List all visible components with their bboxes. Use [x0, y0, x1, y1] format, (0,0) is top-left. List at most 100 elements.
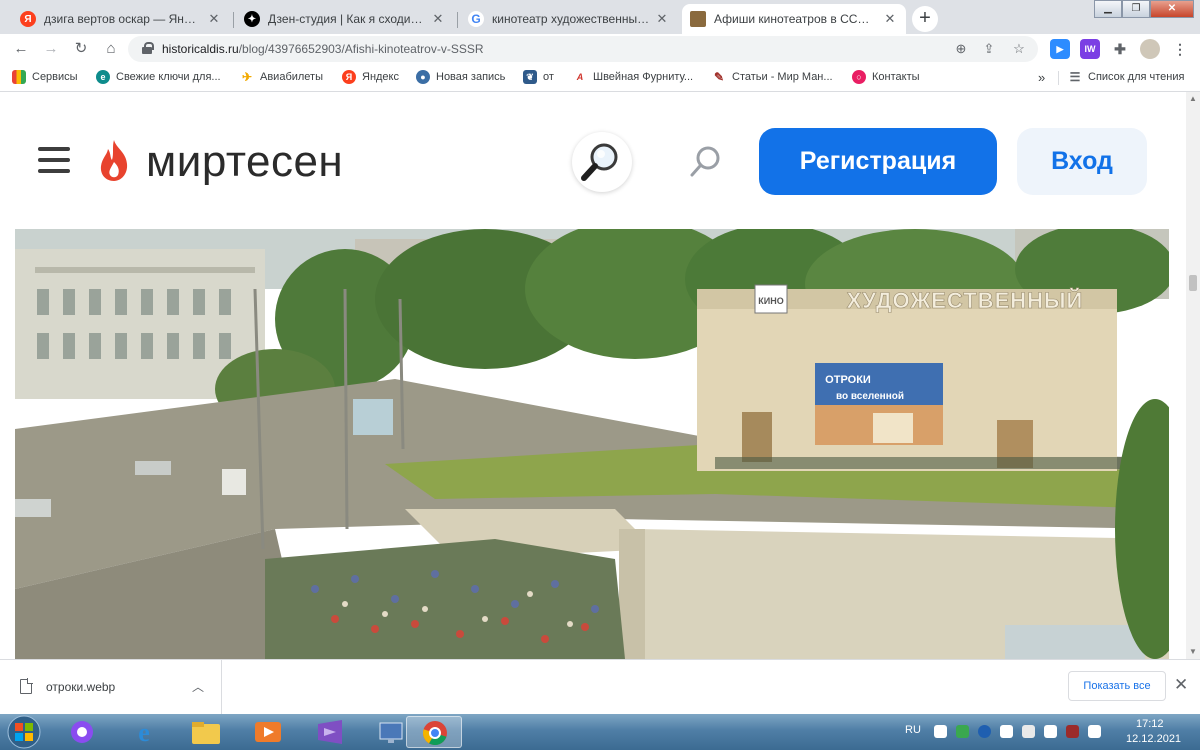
- lock-icon[interactable]: [142, 42, 154, 54]
- site-logo-text[interactable]: миртесен: [146, 136, 343, 188]
- taskbar-alice-app[interactable]: [54, 716, 110, 748]
- scroll-thumb[interactable]: [1189, 275, 1197, 291]
- maximize-button[interactable]: ❐: [1122, 0, 1150, 18]
- bookmark-item[interactable]: Я Яндекс: [342, 70, 399, 84]
- extensions-puzzle-icon[interactable]: ✚: [1110, 39, 1130, 59]
- bookmark-item[interactable]: e Свежие ключи для...: [96, 70, 221, 84]
- scroll-down-icon[interactable]: ▼: [1186, 645, 1200, 659]
- minimize-button[interactable]: ▁: [1094, 0, 1122, 18]
- reading-list-button[interactable]: ☰ Список для чтения: [1068, 70, 1185, 84]
- reading-list-icon: ☰: [1069, 70, 1081, 84]
- photo-illustration: КИНО ХУДОЖЕСТВЕННЫЙ ОТРОКИ во вселенной: [15, 229, 1169, 659]
- taskbar-ie-app[interactable]: e: [116, 716, 172, 748]
- taskbar-media-app[interactable]: [240, 716, 296, 748]
- tab-divider: [457, 12, 458, 28]
- bookmark-label: Авиабилеты: [260, 71, 324, 83]
- historicaldis-icon: [690, 11, 706, 27]
- taskbar-chrome-app[interactable]: [406, 716, 462, 748]
- browser-tab[interactable]: G кинотеатр художественный ссср ✕: [460, 4, 678, 34]
- bookmark-label: Новая запись: [436, 71, 506, 83]
- apps-grid-icon: [12, 70, 26, 84]
- bookmark-label: Контакты: [872, 71, 920, 83]
- share-icon[interactable]: ⇪: [980, 40, 998, 58]
- plane-icon: ✈: [241, 70, 253, 84]
- bluetooth-icon[interactable]: [978, 725, 991, 738]
- page-scrollbar[interactable]: ▲ ▼: [1186, 92, 1200, 659]
- taskbar-explorer-app[interactable]: [178, 716, 234, 748]
- profile-avatar[interactable]: [1140, 39, 1160, 59]
- bookmark-star-icon[interactable]: ☆: [1010, 40, 1028, 58]
- action-center-flag-icon[interactable]: [1000, 725, 1013, 738]
- dzen-icon: ✦: [244, 11, 260, 27]
- bookmark-label: от: [543, 71, 554, 83]
- yandex-icon: Я: [342, 70, 356, 84]
- windows-taskbar: e RU 17:12 12.12.2021: [0, 714, 1200, 750]
- bookmark-item[interactable]: ✈ Авиабилеты: [240, 70, 323, 84]
- bookmark-label: Свежие ключи для...: [116, 71, 221, 83]
- bookmark-item[interactable]: ○ Контакты: [852, 70, 920, 84]
- register-button[interactable]: Регистрация: [759, 128, 997, 195]
- url-text[interactable]: historicaldis.ru/blog/43976652903/Afishi…: [162, 42, 484, 56]
- back-button[interactable]: ←: [10, 38, 32, 60]
- download-item[interactable]: отроки.webp ︿: [0, 660, 222, 714]
- tab-close-icon[interactable]: ✕: [206, 11, 222, 27]
- bookmark-item[interactable]: ❦ от: [523, 70, 554, 84]
- tray-app-icon[interactable]: [956, 725, 969, 738]
- display-icon[interactable]: [1022, 725, 1035, 738]
- new-tab-button[interactable]: +: [912, 6, 938, 32]
- download-file-name: отроки.webp: [46, 680, 116, 694]
- home-button[interactable]: ⌂: [100, 38, 122, 60]
- zoom-icon[interactable]: ⊕: [952, 40, 970, 58]
- tab-divider: [233, 12, 234, 28]
- svg-text:e: e: [138, 718, 150, 747]
- forward-button[interactable]: →: [40, 38, 62, 60]
- hamburger-menu-icon[interactable]: [38, 147, 70, 173]
- close-downloads-icon[interactable]: ✕: [1174, 675, 1188, 695]
- tab-close-icon[interactable]: ✕: [654, 11, 670, 27]
- flame-logo-icon[interactable]: [96, 138, 132, 182]
- downloads-bar: отроки.webp ︿ Показать все ✕: [0, 659, 1200, 714]
- network-icon[interactable]: [1044, 725, 1057, 738]
- reload-button[interactable]: ↻: [70, 38, 92, 60]
- clock-date[interactable]: 12.12.2021: [1126, 733, 1181, 745]
- cinema-photo: КИНО ХУДОЖЕСТВЕННЫЙ ОТРОКИ во вселенной: [15, 229, 1169, 659]
- menu-kebab-icon[interactable]: ⋮: [1170, 39, 1190, 59]
- chevron-up-icon[interactable]: ︿: [192, 678, 204, 695]
- zoom-extension-icon[interactable]: ▶: [1050, 39, 1070, 59]
- window-controls: ▁ ❐ ✕: [1094, 0, 1194, 18]
- bookmark-item[interactable]: ✎ Статьи - Мир Ман...: [712, 70, 833, 84]
- taskbar-vs-app[interactable]: [302, 716, 358, 748]
- address-bar[interactable]: historicaldis.ru/blog/43976652903/Afishi…: [128, 36, 1038, 62]
- close-window-button[interactable]: ✕: [1150, 0, 1194, 18]
- magnifier-button[interactable]: [572, 132, 632, 192]
- search-icon[interactable]: [688, 144, 724, 180]
- language-indicator[interactable]: RU: [905, 724, 921, 736]
- clock-time[interactable]: 17:12: [1136, 718, 1164, 730]
- login-button[interactable]: Вход: [1017, 128, 1147, 195]
- scroll-up-icon[interactable]: ▲: [1186, 92, 1200, 106]
- tray-arrow-icon[interactable]: [934, 725, 947, 738]
- browser-tab[interactable]: Я дзига вертов оскар — Яндекс: н ✕: [12, 4, 230, 34]
- browser-tab[interactable]: ✦ Дзен-студия | Как я сходила в " ✕: [236, 4, 454, 34]
- alice-icon: [71, 721, 93, 743]
- extension-iw-icon[interactable]: IW: [1080, 39, 1100, 59]
- tab-close-icon[interactable]: ✕: [430, 11, 446, 27]
- contacts-icon: ○: [852, 70, 866, 84]
- bookmarks-bar: Сервисы e Свежие ключи для... ✈ Авиабилеты…: [0, 64, 1200, 92]
- browser-tab-active[interactable]: Афиши кинотеатров в СССР - И ✕: [682, 4, 906, 34]
- bookmark-item[interactable]: ● Новая запись: [416, 70, 505, 84]
- chrome-icon: [423, 721, 447, 745]
- folder-icon: [192, 722, 220, 744]
- start-button-icon[interactable]: [2, 714, 46, 750]
- show-all-downloads-button[interactable]: Показать все: [1068, 671, 1166, 701]
- magnifying-glass-icon: [581, 143, 618, 181]
- battery-icon[interactable]: [1088, 725, 1101, 738]
- bookmark-item[interactable]: Сервисы: [12, 70, 78, 84]
- media-player-icon: [255, 722, 281, 742]
- bookmark-item[interactable]: A Швейная Фурниту...: [573, 70, 693, 84]
- volume-icon[interactable]: [1066, 725, 1079, 738]
- browser-toolbar: ← → ↻ ⌂ historicaldis.ru/blog/4397665290…: [0, 34, 1200, 64]
- bookmarks-overflow-button[interactable]: »: [1038, 70, 1045, 85]
- tab-close-icon[interactable]: ✕: [882, 11, 898, 27]
- user-icon: ●: [416, 70, 430, 84]
